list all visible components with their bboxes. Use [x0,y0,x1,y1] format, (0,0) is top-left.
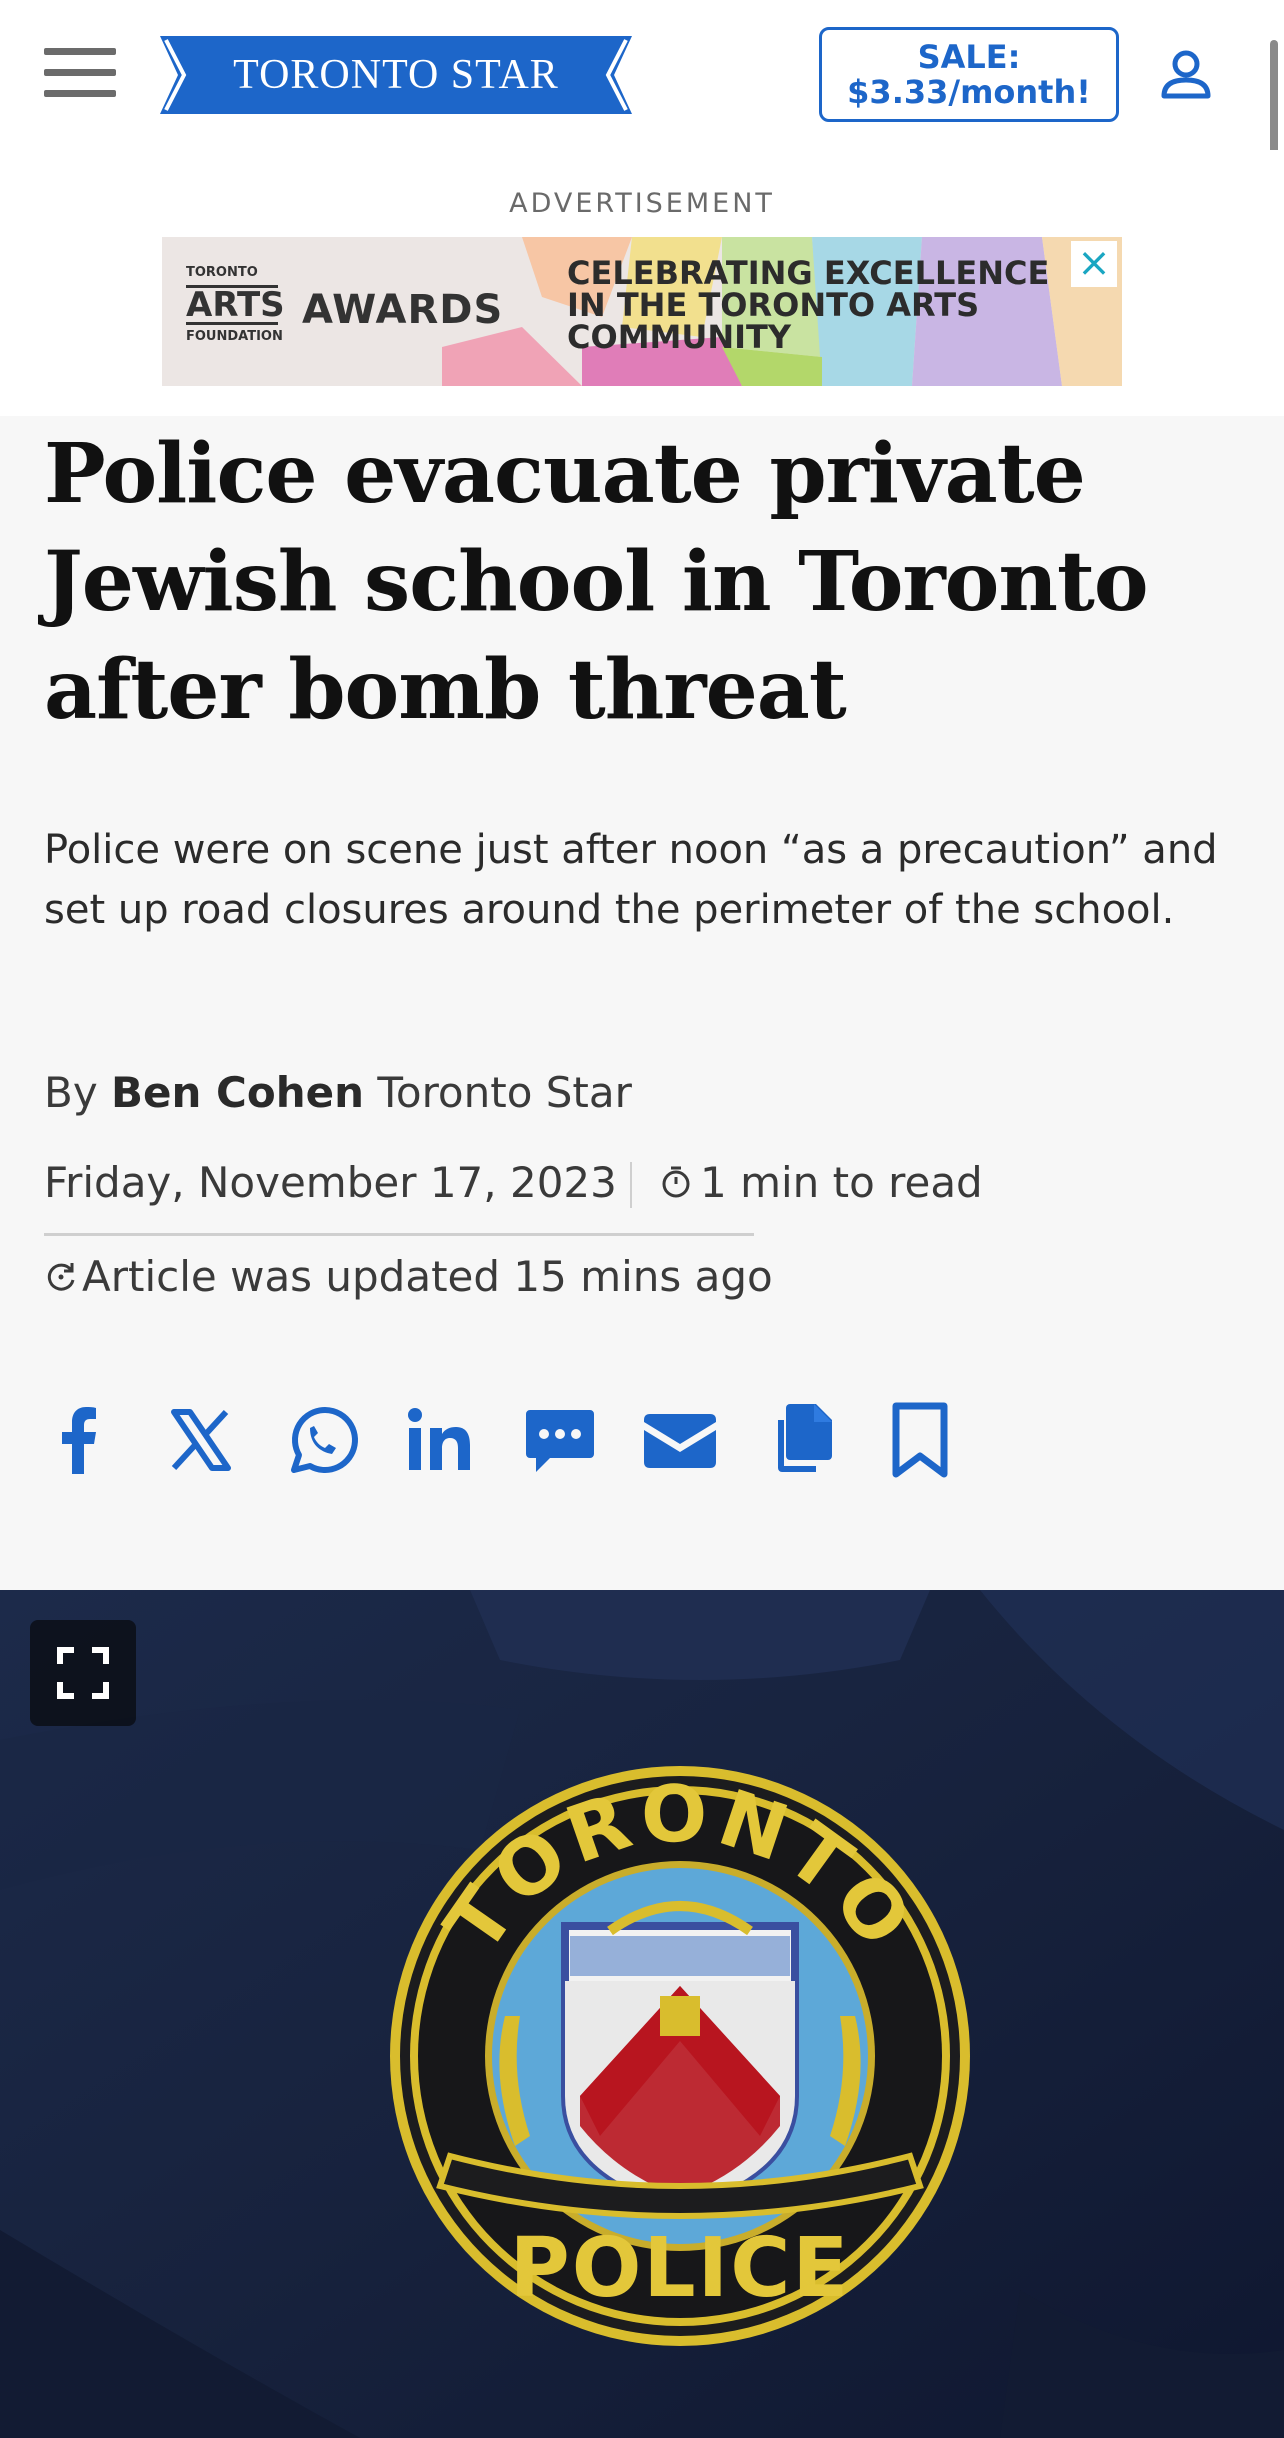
article-headline: Police evacuate private Jewish school in… [44,426,1149,738]
refresh-icon [44,1255,78,1304]
meta-divider-line [44,1233,754,1236]
sale-label: SALE: [917,38,1021,76]
bookmark-icon[interactable] [880,1400,960,1480]
share-bar [40,1400,1000,1480]
publish-date: Friday, November 17, 2023 [44,1158,617,1207]
subscribe-sale-button[interactable]: SALE: $3.33/month! [819,27,1119,122]
advertisement-area: ADVERTISEMENT TORONTO ARTS FOUNDATION AW… [0,150,1284,416]
ad-org-logo: TORONTO ARTS FOUNDATION [186,265,285,344]
facebook-icon[interactable] [40,1400,120,1480]
author-link[interactable]: Ben Cohen [111,1068,364,1117]
site-header: TORONTO STAR SALE: $3.33/month! [0,0,1284,150]
linkedin-icon[interactable] [400,1400,480,1480]
sale-price: $3.33/month! [847,73,1091,111]
read-time: 1 min to read [660,1158,983,1210]
ad-banner[interactable]: TORONTO ARTS FOUNDATION AWARDS CELEBRATI… [162,237,1122,386]
article-meta: Friday, November 17, 2023 1 min to read [44,1158,1244,1218]
meta-divider [630,1162,632,1208]
byline-prefix: By [44,1068,98,1117]
ad-close-button[interactable]: × [1071,241,1117,287]
menu-icon[interactable] [44,48,116,102]
article-dek: Police were on scene just after noon “as… [44,827,1218,933]
read-time-label: 1 min to read [700,1158,983,1207]
toronto-star-logo[interactable]: TORONTO STAR [160,36,632,114]
patch-bottom-text: POLICE [510,2221,851,2316]
x-icon[interactable] [160,1400,240,1480]
updated-notice: Article was updated 15 mins ago [44,1252,773,1304]
email-icon[interactable] [640,1400,720,1480]
advertisement-label: ADVERTISEMENT [509,188,775,219]
sms-icon[interactable] [520,1400,600,1480]
fullscreen-button[interactable] [30,1620,136,1726]
publication-name: Toronto Star [377,1068,632,1117]
logo-text: TORONTO STAR [233,52,559,98]
expand-icon [57,1647,109,1699]
updated-label: Article was updated 15 mins ago [82,1252,773,1301]
copy-icon[interactable] [760,1400,840,1480]
ad-headline: CELEBRATING EXCELLENCE IN THE TORONTO AR… [567,254,1050,356]
ad-awards-text: AWARDS [302,287,504,333]
user-account-icon[interactable] [1156,44,1216,104]
hero-image[interactable]: TORONTO POLICE [0,1590,1284,2438]
whatsapp-icon[interactable] [280,1400,360,1480]
timer-icon [660,1161,692,1210]
byline: By Ben Cohen Toronto Star [44,1068,632,1117]
